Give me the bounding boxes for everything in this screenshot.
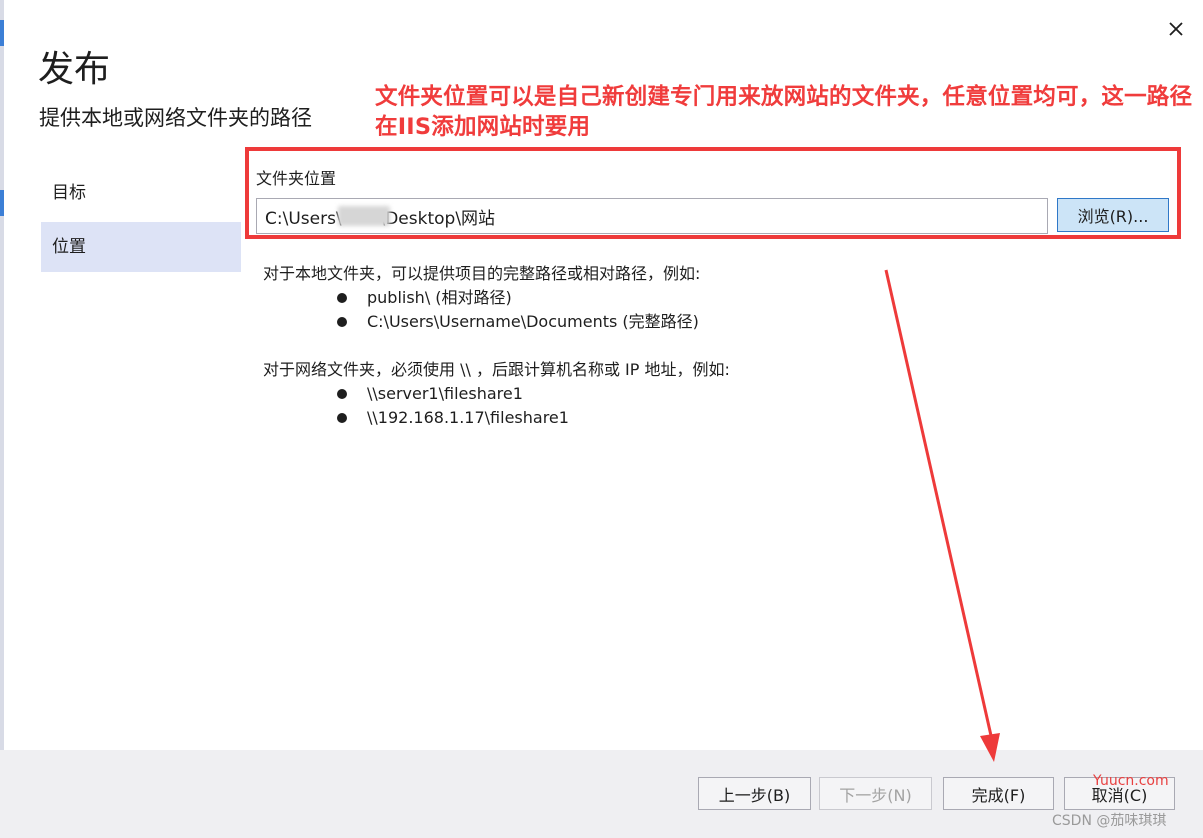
local-example-relative: publish\ (相对路径) — [367, 288, 512, 307]
edge-mark — [0, 20, 4, 46]
publish-dialog: 发布 提供本地或网络文件夹的路径 目标 位置 文件夹位置可以是自己新创建专门用来… — [0, 0, 1203, 838]
close-button[interactable] — [1160, 14, 1192, 44]
bullet-dot — [337, 293, 347, 303]
site-watermark: Yuucn.com — [1093, 773, 1169, 789]
red-annotation-text: 文件夹位置可以是自己新创建专门用来放网站的文件夹，任意位置均可，这一路径在IIS… — [375, 84, 1193, 140]
network-example-name: \\server1\fileshare1 — [367, 384, 523, 403]
local-example-full: C:\Users\Username\Documents (完整路径) — [367, 312, 699, 331]
background-window-edge — [0, 0, 4, 838]
sidebar-item-location[interactable]: 位置 — [41, 222, 241, 272]
browse-button[interactable]: 浏览(R)... — [1057, 198, 1169, 232]
bullet-dot — [337, 413, 347, 423]
finish-button[interactable]: 完成(F) — [943, 777, 1054, 810]
sidebar-item-label: 目标 — [52, 183, 86, 203]
bullet-dot — [337, 389, 347, 399]
sidebar-item-label: 位置 — [52, 237, 86, 257]
bullet-dot — [337, 317, 347, 327]
redacted-username-mask — [338, 206, 390, 226]
previous-button[interactable]: 上一步(B) — [698, 777, 811, 810]
network-folder-help-text: 对于网络文件夹，必须使用 \\ ，后跟计算机名称或 IP 地址，例如: — [263, 360, 730, 379]
close-icon — [1169, 22, 1183, 36]
sidebar-item-target[interactable]: 目标 — [41, 168, 241, 218]
folder-location-label: 文件夹位置 — [256, 169, 337, 188]
edge-mark — [0, 190, 4, 216]
dialog-subtitle: 提供本地或网络文件夹的路径 — [39, 106, 312, 130]
author-watermark: CSDN @茄味琪琪 — [1052, 813, 1167, 829]
next-button[interactable]: 下一步(N) — [819, 777, 932, 810]
network-example-ip: \\192.168.1.17\fileshare1 — [367, 408, 569, 427]
dialog-title: 发布 — [38, 49, 111, 90]
local-folder-help-text: 对于本地文件夹，可以提供项目的完整路径或相对路径，例如: — [263, 264, 701, 283]
